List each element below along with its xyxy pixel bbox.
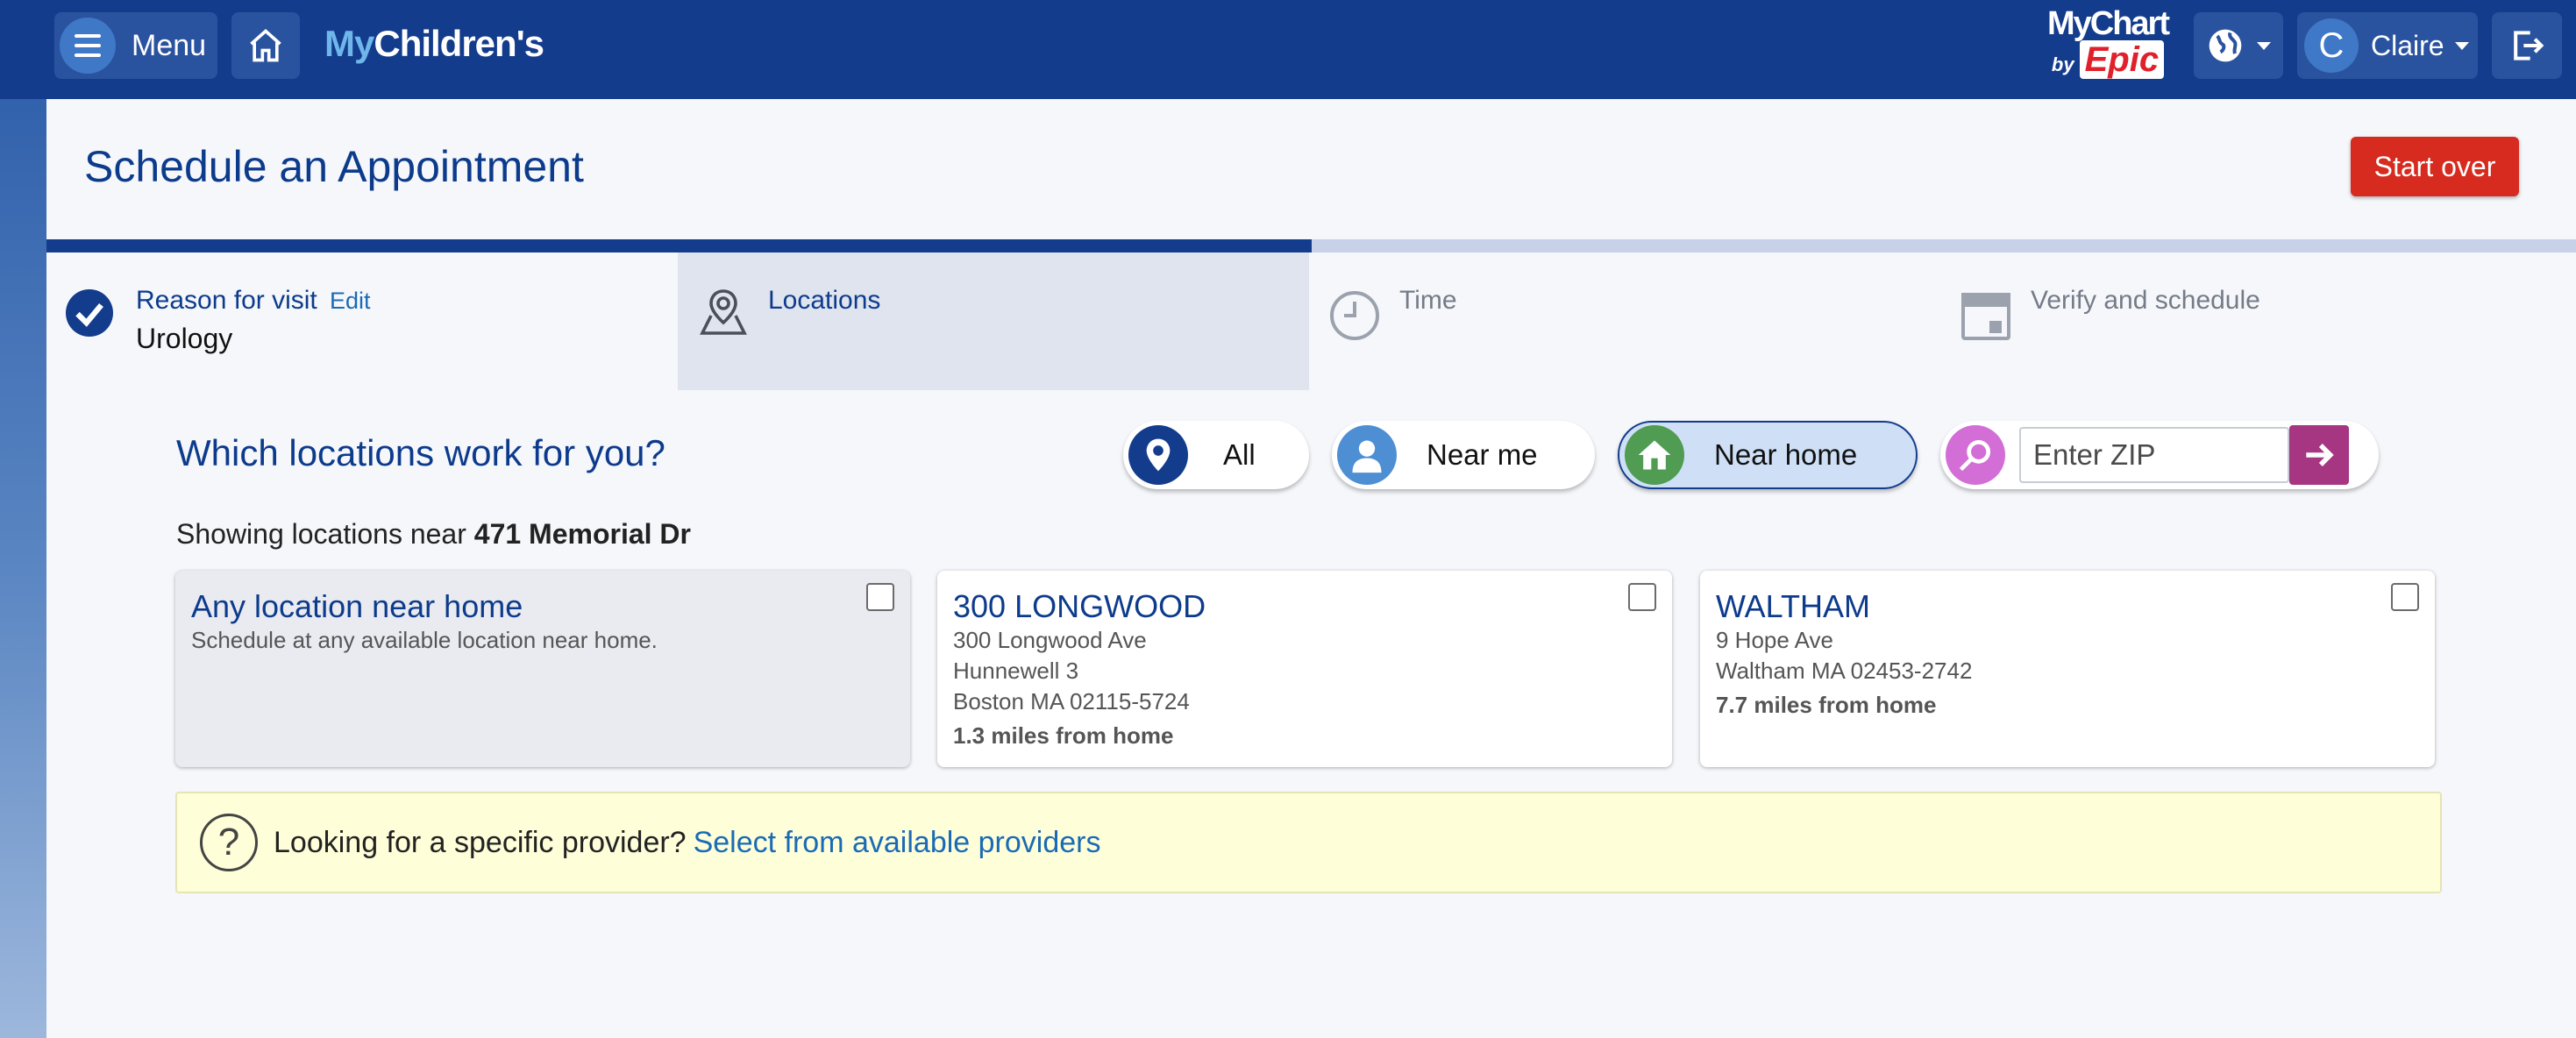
location-checkbox[interactable]: [1628, 583, 1656, 611]
address-line: Hunnewell 3: [953, 658, 1079, 684]
top-navigation-bar: Menu MyChildren's MyChart by Epic C Clair…: [0, 0, 2576, 99]
home-address: 471 Memorial Dr: [473, 518, 691, 550]
provider-notice: ? Looking for a specific provider? Selec…: [175, 792, 2442, 893]
progress-bar: [46, 239, 1312, 252]
question-mark-icon: ?: [200, 814, 258, 871]
step-label: Locations: [768, 286, 881, 315]
zip-input[interactable]: [2019, 427, 2289, 483]
step-label: Time: [1399, 286, 1457, 315]
location-card-any-near-home[interactable]: Any location near home Schedule at any a…: [175, 571, 910, 767]
location-description: Schedule at any available location near …: [191, 627, 658, 653]
distance-text: 1.3 miles from home: [953, 722, 1174, 749]
chevron-down-icon: [2454, 41, 2469, 50]
magnifier-icon: [1946, 425, 2005, 485]
arrow-right-icon: [2306, 444, 2334, 466]
filter-near-home-button[interactable]: Near home: [1618, 421, 1918, 489]
address-line: 9 Hope Ave: [1716, 627, 1833, 653]
filter-all-button[interactable]: All: [1123, 421, 1309, 489]
location-card-300-longwood[interactable]: 300 LONGWOOD 300 Longwood Ave Hunnewell …: [937, 571, 1672, 767]
home-icon: [250, 29, 281, 62]
step-navigation: Reason for visit Edit Urology Locations …: [46, 252, 2576, 390]
main-panel: Schedule an Appointment Start over Reaso…: [46, 99, 2576, 1038]
clock-icon: [1330, 291, 1379, 340]
filter-near-me-label: Near me: [1427, 438, 1538, 471]
page-title: Schedule an Appointment: [84, 142, 584, 191]
location-card-waltham[interactable]: WALTHAM 9 Hope Ave Waltham MA 02453-2742…: [1700, 571, 2435, 767]
calendar-icon: [1961, 293, 2010, 340]
menu-button[interactable]: Menu: [54, 12, 217, 79]
step-label: Verify and schedule: [2031, 286, 2260, 315]
step-value: Urology: [136, 323, 233, 354]
select-provider-link[interactable]: Select from available providers: [694, 826, 1101, 860]
locations-question: Which locations work for you?: [176, 432, 665, 473]
globe-icon: [2209, 29, 2242, 62]
distance-text: 7.7 miles from home: [1716, 692, 1937, 718]
step-reason-for-visit: Reason for visit Edit Urology: [46, 252, 678, 390]
avatar: C: [2304, 18, 2359, 73]
user-name: Claire: [2371, 29, 2444, 61]
filter-all-label: All: [1223, 438, 1256, 471]
provider-question: Looking for a specific provider?: [274, 825, 687, 859]
filter-near-home-label: Near home: [1714, 438, 1858, 471]
location-name: 300 LONGWOOD: [953, 588, 1206, 624]
page-header: Schedule an Appointment Start over: [46, 99, 2576, 239]
home-icon: [1625, 425, 1684, 485]
location-name: WALTHAM: [1716, 588, 1870, 624]
zip-search-group: [1940, 421, 2379, 489]
chevron-down-icon: [2257, 41, 2271, 50]
edit-reason-link[interactable]: Edit: [330, 288, 371, 315]
user-menu-button[interactable]: C Claire: [2297, 12, 2478, 79]
hamburger-icon: [60, 18, 116, 74]
logout-icon: [2514, 31, 2544, 60]
location-checkbox[interactable]: [866, 583, 894, 611]
address-line: 300 Longwood Ave: [953, 627, 1147, 653]
location-checkbox[interactable]: [2391, 583, 2419, 611]
checkmark-icon: [66, 289, 113, 337]
zip-submit-button[interactable]: [2289, 425, 2349, 485]
mychildrens-logo[interactable]: MyChildren's: [324, 23, 544, 65]
step-label: Reason for visit: [136, 286, 317, 315]
language-button[interactable]: [2194, 12, 2283, 79]
step-locations: Locations: [678, 252, 1309, 390]
menu-label: Menu: [132, 28, 207, 62]
showing-locations-text: Showing locations near 471 Memorial Dr: [176, 518, 691, 550]
person-icon: [1337, 425, 1397, 485]
filter-near-me-button[interactable]: Near me: [1332, 421, 1595, 489]
map-pin-icon: [700, 289, 747, 335]
mychart-by-epic-logo: MyChart by Epic: [2046, 5, 2170, 79]
address-line: Boston MA 02115-5724: [953, 688, 1190, 715]
logout-button[interactable]: [2492, 12, 2562, 79]
step-verify-and-schedule: Verify and schedule: [1940, 252, 2572, 390]
location-name: Any location near home: [191, 588, 523, 624]
step-time: Time: [1309, 252, 1940, 390]
start-over-button[interactable]: Start over: [2351, 137, 2519, 196]
address-line: Waltham MA 02453-2742: [1716, 658, 1973, 684]
home-button[interactable]: [231, 12, 300, 79]
map-pin-icon: [1128, 425, 1188, 485]
